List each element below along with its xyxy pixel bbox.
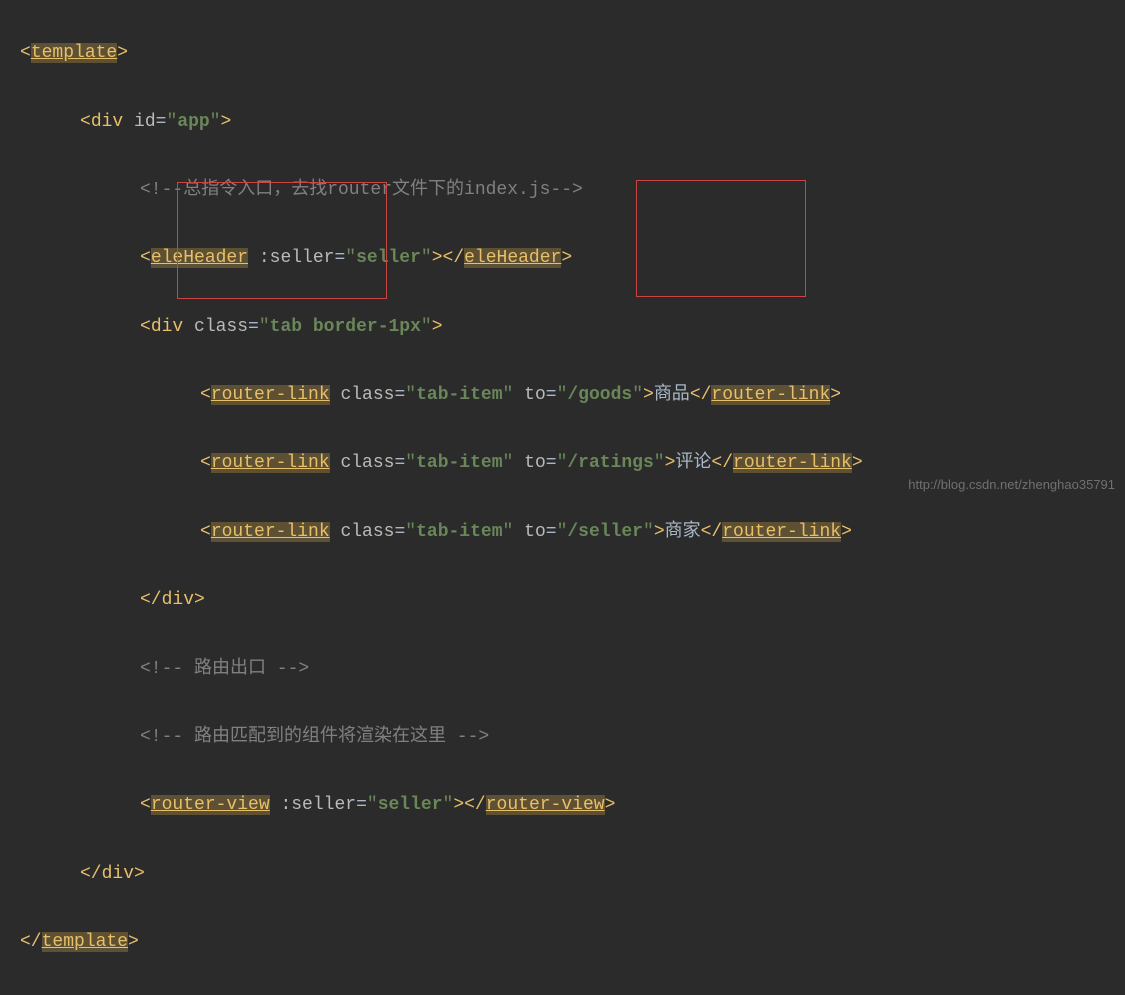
code-line-11: <!-- 路由匹配到的组件将渲染在这里 --> <box>20 720 1125 754</box>
code-line-4: <eleHeader :seller="seller"></eleHeader> <box>20 241 1125 275</box>
code-line-12: <router-view :seller="seller"></router-v… <box>20 788 1125 822</box>
code-line-14: </template> <box>20 925 1125 959</box>
code-line-10: <!-- 路由出口 --> <box>20 652 1125 686</box>
code-line-13: </div> <box>20 857 1125 891</box>
code-line-2: <div id="app"> <box>20 105 1125 139</box>
code-line-8: <router-link class="tab-item" to="/selle… <box>20 515 1125 549</box>
code-line-9: </div> <box>20 583 1125 617</box>
code-line-6: <router-link class="tab-item" to="/goods… <box>20 378 1125 412</box>
code-line-3: <!--总指令入口，去找router文件下的index.js--> <box>20 173 1125 207</box>
watermark-text: http://blog.csdn.net/zhenghao35791 <box>908 473 1115 498</box>
code-line-5: <div class="tab border-1px"> <box>20 310 1125 344</box>
code-line-1: <template> <box>20 36 1125 70</box>
